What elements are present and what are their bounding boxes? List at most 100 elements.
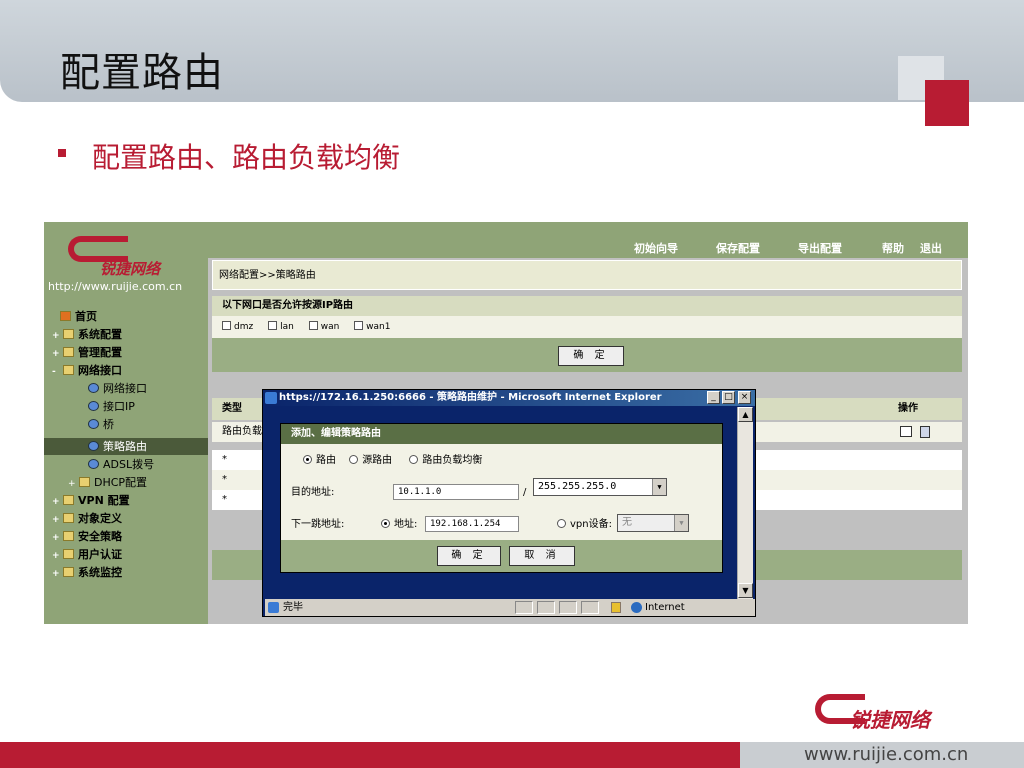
lock-icon	[611, 602, 621, 613]
sidebar-item-home[interactable]: 首页	[60, 308, 97, 325]
nav-wizard[interactable]: 初始向导	[634, 240, 678, 256]
slash-label: /	[523, 487, 527, 498]
home-icon	[60, 311, 71, 321]
maximize-button[interactable]: □	[722, 391, 735, 404]
sidebar-item-vpn[interactable]: + VPN 配置	[52, 492, 130, 509]
screenshot-frame: 锐捷网络 http://www.ruijie.com.cn 首页 + 系统配置 +…	[44, 222, 968, 624]
dialog-cancel-button[interactable]: 取 消	[509, 546, 575, 566]
checkbox-lan[interactable]	[268, 321, 278, 330]
status-cell	[537, 601, 555, 614]
radio-vpn[interactable]	[557, 519, 566, 528]
folder-icon	[63, 549, 74, 559]
ie-scrollbar[interactable]: ▲ ▼	[737, 407, 753, 599]
checkbox-dmz[interactable]	[222, 321, 231, 330]
status-text: 完毕	[283, 602, 303, 613]
ie-logo-icon	[265, 392, 277, 404]
decor-red-square	[925, 80, 969, 126]
ie-statusbar: 完毕 Internet	[265, 599, 755, 616]
nav-export-config[interactable]: 导出配置	[798, 240, 842, 256]
col-type: 类型	[222, 403, 242, 414]
sidebar-item-user-auth[interactable]: + 用户认证	[52, 546, 122, 563]
chevron-down-icon: ▼	[674, 515, 688, 531]
top-nav: 初始向导 保存配置 导出配置 帮助 退出	[208, 222, 968, 258]
footer-url: www.ruijie.com.cn	[804, 744, 969, 765]
radio-address[interactable]	[381, 519, 390, 528]
sidebar-item-policy-route[interactable]: 策略路由	[44, 438, 208, 455]
app-logo: 锐捷网络 http://www.ruijie.com.cn	[44, 222, 208, 293]
globe-icon	[631, 602, 642, 613]
status-cell	[581, 601, 599, 614]
minimize-button[interactable]: _	[707, 391, 720, 404]
col-action: 操作	[898, 403, 918, 414]
dialog-heading: 添加、编辑策略路由	[281, 424, 722, 444]
footer-red-band	[0, 742, 740, 768]
folder-icon	[63, 347, 74, 357]
sidebar-item-dhcp[interactable]: + DHCP配置	[68, 474, 147, 491]
folder-icon	[63, 495, 74, 505]
folder-icon	[79, 477, 90, 487]
ie-popup-window: https://172.16.1.250:6666 - 策略路由维护 - Mic…	[262, 389, 756, 617]
folder-icon	[63, 531, 74, 541]
page-icon	[88, 441, 99, 451]
sidebar-item-adsl[interactable]: ADSL拨号	[88, 456, 154, 473]
scroll-down-icon[interactable]: ▼	[738, 583, 753, 598]
dest-label: 目的地址:	[291, 487, 335, 498]
bullet-text: 配置路由、路由负载均衡	[92, 141, 401, 174]
checkbox-wan[interactable]	[308, 321, 318, 330]
source-ip-checkboxes: dmz lan wan wan1	[212, 316, 962, 338]
route-type-options: 路由 源路由 路由负载均衡	[303, 454, 482, 468]
close-button[interactable]: ×	[738, 391, 751, 404]
nexthop-ip-input[interactable]: 192.168.1.254	[425, 516, 519, 532]
status-cell	[515, 601, 533, 614]
source-ip-confirm-button[interactable]: 确 定	[558, 346, 624, 366]
checkbox-wan1[interactable]	[354, 321, 364, 330]
sidebar-item-system-config[interactable]: + 系统配置	[52, 326, 122, 343]
radio-route[interactable]	[303, 455, 312, 464]
route-edit-dialog: 添加、编辑策略路由 路由 源路由 路由负载均衡 目的地址: 10.1.1.0 /…	[280, 423, 723, 573]
radio-source-route[interactable]	[349, 455, 359, 464]
page-icon	[88, 401, 99, 411]
dest-ip-input[interactable]: 10.1.1.0	[393, 484, 519, 500]
sidebar-item-net-port[interactable]: 网络接口	[88, 380, 147, 397]
page-icon	[88, 383, 99, 393]
nav-save-config[interactable]: 保存配置	[716, 240, 760, 256]
sidebar: 锐捷网络 http://www.ruijie.com.cn 首页 + 系统配置 +…	[44, 222, 208, 624]
sidebar-item-security-policy[interactable]: + 安全策略	[52, 528, 122, 545]
radio-load-balance[interactable]	[409, 455, 419, 464]
sidebar-item-bridge[interactable]: 桥	[88, 416, 114, 433]
scroll-up-icon[interactable]: ▲	[738, 407, 753, 422]
edit-icon[interactable]	[900, 426, 912, 437]
nav-logout[interactable]: 退出	[920, 240, 942, 256]
addr-option: 地址:	[381, 518, 417, 532]
logo-url: http://www.ruijie.com.cn	[48, 280, 183, 293]
dialog-confirm-button[interactable]: 确 定	[437, 546, 501, 566]
sidebar-item-monitor[interactable]: + 系统监控	[52, 564, 122, 581]
nexthop-label: 下一跳地址:	[291, 519, 345, 530]
source-ip-footer: 确 定	[212, 338, 962, 372]
ie-body: 添加、编辑策略路由 路由 源路由 路由负载均衡 目的地址: 10.1.1.0 /…	[265, 407, 737, 599]
slide-title: 配置路由	[60, 50, 224, 96]
status-cell	[559, 601, 577, 614]
sidebar-item-objects[interactable]: + 对象定义	[52, 510, 122, 527]
sidebar-item-interface-ip[interactable]: 接口IP	[88, 398, 135, 415]
folder-icon	[63, 567, 74, 577]
folder-icon	[63, 329, 74, 339]
dialog-footer: 确 定 取 消	[281, 540, 722, 572]
page-done-icon	[268, 602, 279, 613]
trash-icon[interactable]	[920, 426, 930, 438]
breadcrumb: 网络配置>>策略路由	[212, 260, 962, 290]
zone-text: Internet	[645, 602, 685, 613]
sidebar-item-mgmt-config[interactable]: + 管理配置	[52, 344, 122, 361]
logo-text: 锐捷网络	[100, 260, 161, 278]
sidebar-item-network-interface[interactable]: - 网络接口	[52, 362, 122, 379]
vpn-option: vpn设备:	[557, 518, 612, 532]
vpn-select[interactable]: 无 ▼	[617, 514, 689, 532]
nav-help[interactable]: 帮助	[882, 240, 904, 256]
footer-logo-text: 锐捷网络	[850, 708, 930, 732]
mask-select[interactable]: 255.255.255.0 ▼	[533, 478, 667, 496]
folder-icon	[63, 513, 74, 523]
page-icon	[88, 459, 99, 469]
source-ip-heading: 以下网口是否允许按源IP路由	[212, 296, 962, 316]
ie-title-text: https://172.16.1.250:6666 - 策略路由维护 - Mic…	[279, 392, 662, 403]
ie-titlebar: https://172.16.1.250:6666 - 策略路由维护 - Mic…	[263, 390, 755, 406]
